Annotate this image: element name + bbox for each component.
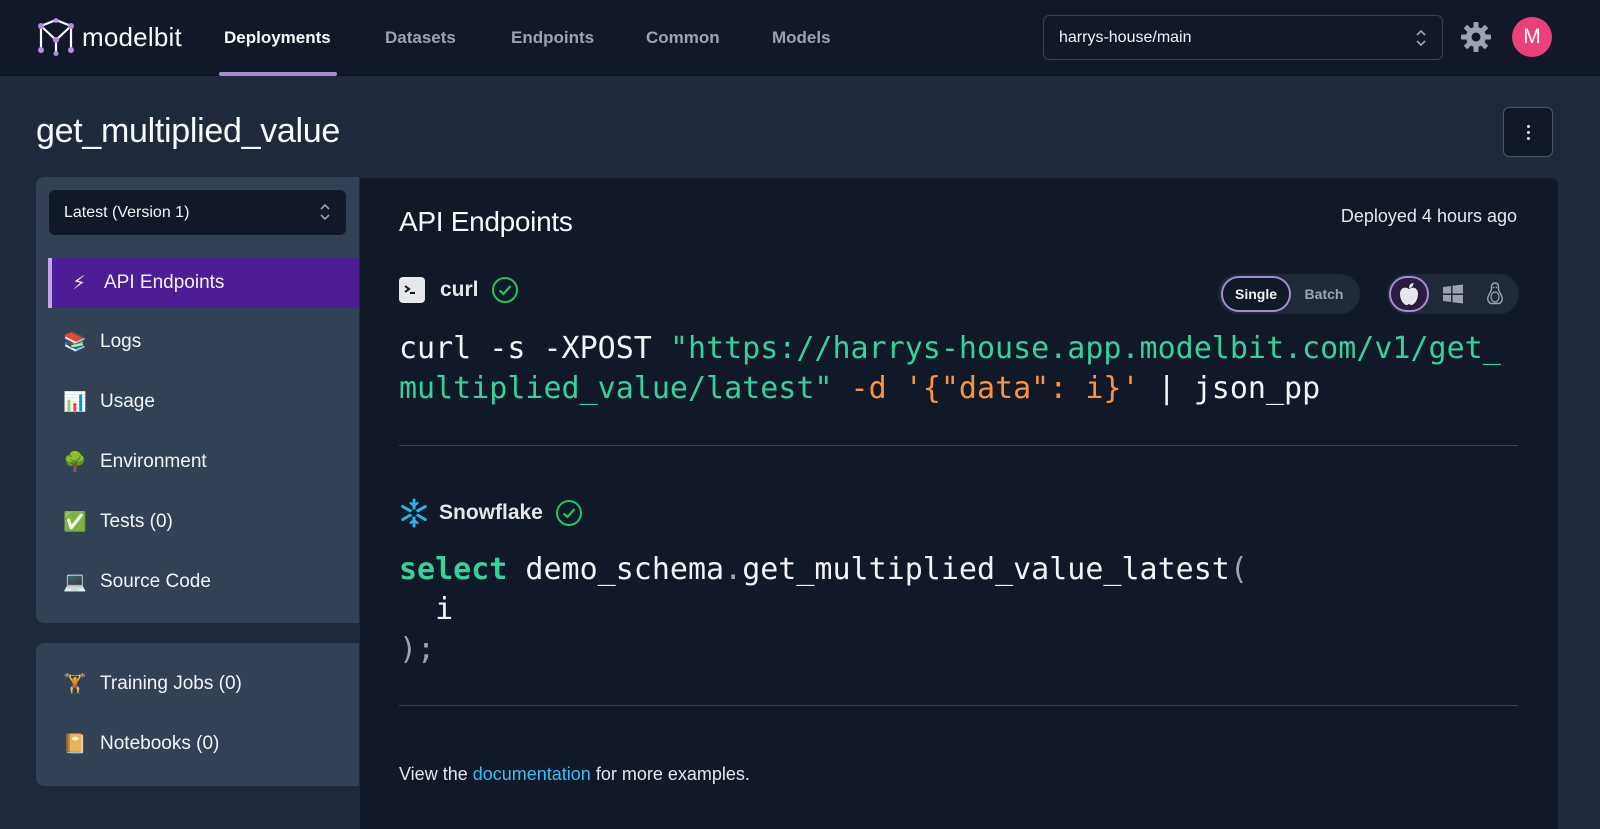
books-icon: 📚 (63, 332, 87, 353)
more-options-button[interactable] (1503, 107, 1553, 157)
chevron-updown-icon (1416, 29, 1426, 47)
tab-deployments[interactable]: Deployments (224, 0, 331, 76)
curl-label: curl (440, 278, 479, 301)
lightning-icon: ⚡ (72, 272, 86, 294)
sql-schema: demo_schema (507, 552, 725, 587)
gear-icon[interactable] (1460, 21, 1492, 53)
os-apple-button[interactable] (1389, 276, 1429, 312)
tab-datasets[interactable]: Datasets (385, 0, 456, 76)
sidebar-item-label: Environment (100, 451, 207, 472)
section-divider (399, 705, 1518, 706)
kebab-dot-icon (1526, 124, 1530, 128)
curl-url-part1: "https://harrys-house.app.modelbit.com/v… (669, 331, 1501, 366)
sql-select-keyword: select (399, 552, 508, 587)
sidebar-item-label: Training Jobs (0) (100, 673, 242, 694)
curl-payload: '{"data": i}' (904, 371, 1140, 406)
sidebar-item-tests[interactable]: ✅ Tests (0) (48, 497, 359, 547)
sidebar-item-usage[interactable]: 📊 Usage (48, 377, 359, 427)
sidebar-item-label: API Endpoints (104, 272, 225, 293)
tree-icon: 🌳 (63, 452, 87, 473)
documentation-link[interactable]: documentation (473, 764, 591, 784)
modelbit-logo-icon (38, 18, 74, 56)
request-mode-toggle: Single Batch (1218, 274, 1360, 314)
branch-select-value: harrys-house/main (1059, 28, 1192, 46)
version-select[interactable]: Latest (Version 1) (49, 190, 346, 235)
curl-url-part2: multiplied_value/latest" (399, 371, 833, 406)
os-linux-button[interactable] (1475, 276, 1515, 312)
sql-open-paren: ( (1229, 552, 1248, 587)
terminal-icon (399, 277, 425, 303)
page-title: get_multiplied_value (36, 112, 340, 150)
sidebar-item-source-code[interactable]: 💻 Source Code (48, 557, 359, 607)
bar-chart-icon: 📊 (63, 392, 87, 413)
windows-icon (1443, 284, 1463, 304)
sidebar-item-label: Source Code (100, 571, 211, 592)
batch-mode-button[interactable]: Batch (1291, 276, 1357, 312)
chevron-updown-icon (320, 203, 330, 221)
os-toggle (1387, 274, 1519, 314)
top-navbar: modelbit Deployments Datasets Endpoints … (0, 0, 1600, 76)
version-select-value: Latest (Version 1) (64, 203, 190, 221)
snowflake-header: Snowflake (399, 498, 583, 528)
endpoints-panel: API Endpoints Deployed 4 hours ago curl … (359, 177, 1559, 829)
sidebar-item-label: Tests (0) (100, 511, 173, 532)
check-circle-icon (491, 277, 518, 303)
laptop-icon: 💻 (63, 572, 87, 593)
sidebar-item-api-endpoints[interactable]: ⚡ API Endpoints (48, 258, 359, 308)
snowflake-label: Snowflake (439, 501, 543, 524)
sidebar-secondary: 🏋 Training Jobs (0) 📔 Notebooks (0) (36, 643, 359, 786)
modelbit-logo[interactable]: modelbit (36, 18, 182, 56)
sidebar-item-label: Notebooks (0) (100, 733, 220, 754)
notebook-icon: 📔 (63, 734, 87, 755)
avatar[interactable]: M (1512, 17, 1552, 57)
curl-pipe: | json_pp (1139, 371, 1321, 406)
kebab-dot-icon (1526, 136, 1530, 140)
curl-header: curl (399, 276, 519, 304)
check-mark-icon: ✅ (63, 512, 87, 533)
sidebar-item-label: Logs (100, 331, 142, 352)
deployed-timestamp: Deployed 4 hours ago (1340, 206, 1517, 226)
section-divider (399, 445, 1518, 446)
weight-lifter-icon: 🏋 (63, 674, 87, 695)
snowflake-icon (401, 498, 427, 528)
sidebar-item-notebooks[interactable]: 📔 Notebooks (0) (48, 719, 359, 769)
kebab-dot-icon (1526, 130, 1530, 134)
footer-suffix: for more examples. (590, 764, 750, 784)
sql-function-name: get_multiplied_value_latest (742, 552, 1230, 587)
sidebar-primary: Latest (Version 1) ⚡ API Endpoints 📚 Log… (36, 177, 359, 623)
branch-select[interactable]: harrys-house/main (1043, 15, 1443, 60)
logo-text: modelbit (82, 21, 182, 52)
active-tab-indicator (219, 72, 337, 76)
sidebar-item-environment[interactable]: 🌳 Environment (48, 437, 359, 487)
footer-prefix: View the (399, 764, 473, 784)
snowflake-sql[interactable]: select demo_schema.get_multiplied_value_… (399, 550, 1248, 670)
apple-icon (1400, 283, 1418, 305)
sql-dot: . (724, 552, 743, 587)
tab-models[interactable]: Models (772, 0, 831, 76)
sidebar-item-label: Usage (100, 391, 155, 412)
check-circle-icon (555, 500, 582, 526)
single-mode-button[interactable]: Single (1221, 276, 1291, 312)
sql-close: ); (399, 632, 436, 667)
footer-note: View the documentation for more examples… (399, 764, 750, 785)
curl-data-flag: -d (832, 371, 905, 406)
curl-command[interactable]: curl -s -XPOST "https://harrys-house.app… (399, 329, 1501, 409)
linux-icon (1487, 282, 1503, 305)
curl-command-start: curl -s -XPOST (399, 331, 670, 366)
sql-argument: i (399, 592, 454, 627)
tab-common[interactable]: Common (646, 0, 720, 76)
section-title: API Endpoints (399, 206, 573, 237)
tab-endpoints[interactable]: Endpoints (511, 0, 594, 76)
os-windows-button[interactable] (1433, 276, 1473, 312)
sidebar-item-logs[interactable]: 📚 Logs (48, 317, 359, 367)
sidebar-item-training-jobs[interactable]: 🏋 Training Jobs (0) (48, 659, 359, 709)
